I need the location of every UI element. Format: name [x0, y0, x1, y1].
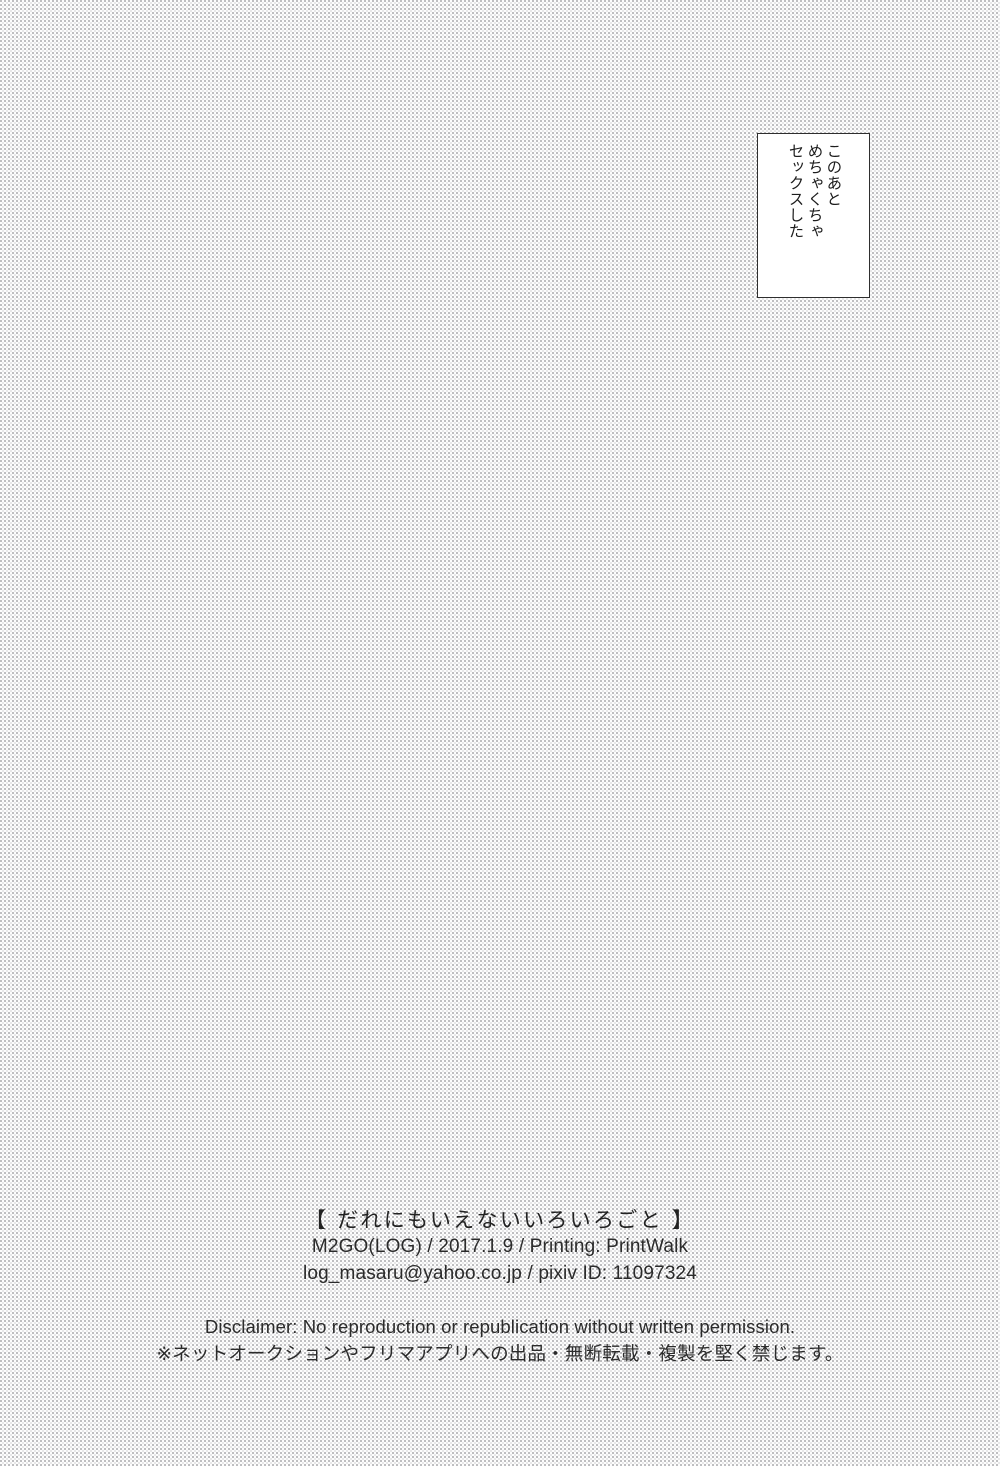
credit-line: M2GO(LOG) / 2017.1.9 / Printing: PrintWa… [311, 1236, 689, 1258]
caption-column-1: このあと [824, 143, 843, 207]
disclaimer-japanese: ※ネットオークションやフリマアプリへの出品・無断転載・複製を堅く禁じます。 [156, 1344, 844, 1366]
disclaimer-english: Disclaimer: No reproduction or republica… [204, 1316, 796, 1338]
vertical-caption-box: このあと めちゃくちゃ セックスした [757, 133, 870, 298]
contact-line: log_masaru@yahoo.co.jp / pixiv ID: 11097… [302, 1263, 697, 1285]
colophon-block: 【 だれにもいえないいろいろごと 】 M2GO(LOG) / 2017.1.9 … [0, 1206, 1000, 1369]
disclaimer-block: Disclaimer: No reproduction or republica… [0, 1314, 1000, 1369]
doujinshi-title: 【 だれにもいえないいろいろごと 】 [304, 1208, 696, 1232]
caption-column-3: セックスした [786, 143, 805, 239]
caption-column-2: めちゃくちゃ [805, 143, 824, 239]
